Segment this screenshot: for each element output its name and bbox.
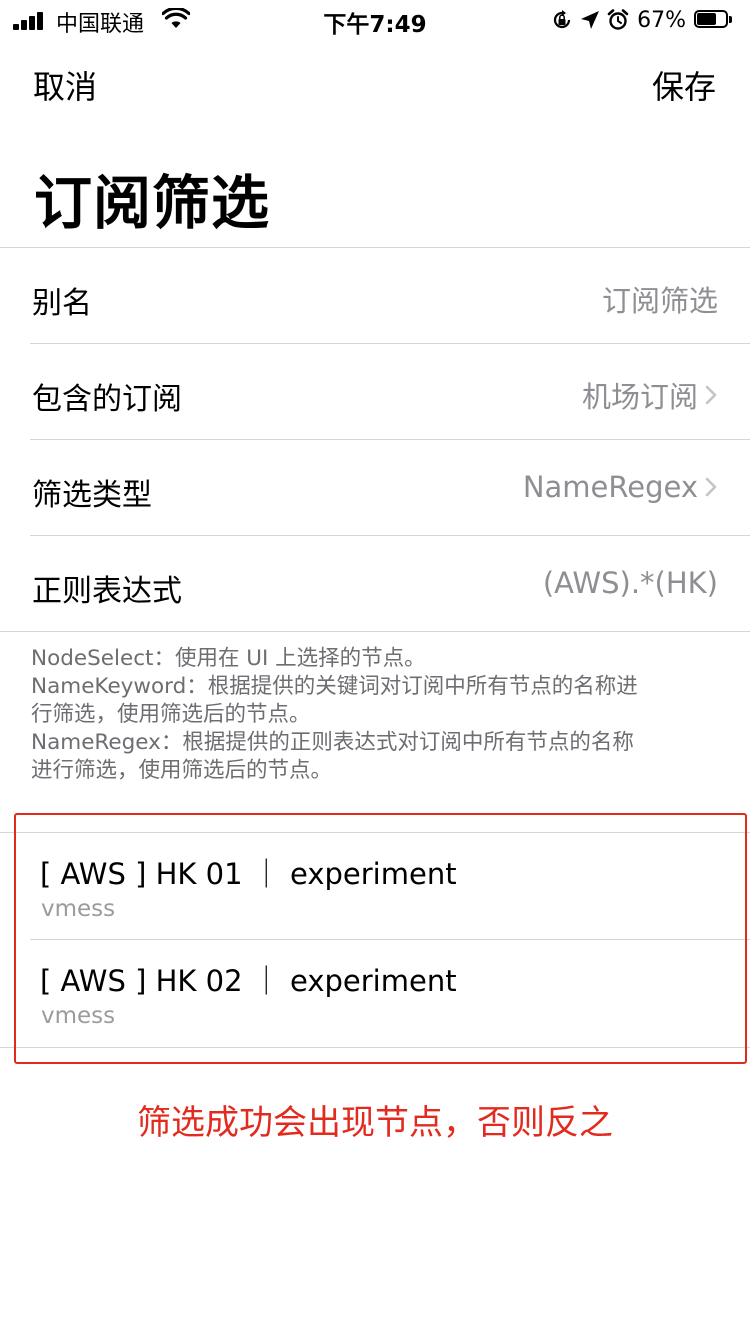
filter-type-value: NameRegex — [523, 470, 718, 504]
chevron-right-icon — [705, 385, 717, 405]
regex-value[interactable]: (AWS).*(HK) — [543, 566, 718, 600]
cancel-button[interactable]: 取消 — [33, 62, 97, 108]
page-title: 订阅筛选 — [34, 169, 271, 237]
help-line: NameRegex：根据提供的正则表达式对订阅中所有节点的名称 — [31, 730, 634, 755]
alias-value[interactable]: 订阅筛选 — [602, 278, 718, 320]
annotation-text: 筛选成功会出现节点，否则反之 — [137, 1103, 613, 1143]
included-subscription-label: 包含的订阅 — [32, 382, 182, 417]
regex-label: 正则表达式 — [32, 574, 182, 609]
filter-type-help: NodeSelect：使用在 UI 上选择的节点。 NameKeyword：根据… — [31, 645, 721, 785]
status-right-group: 67% — [551, 5, 734, 35]
form-row-regex[interactable]: 正则表达式 (AWS).*(HK) — [0, 536, 750, 631]
help-line: NameKeyword：根据提供的关键词对订阅中所有节点的名称进 — [31, 674, 638, 699]
orientation-lock-icon — [554, 10, 571, 29]
alarm-icon — [607, 9, 629, 30]
help-line: NodeSelect：使用在 UI 上选择的节点。 — [31, 646, 426, 671]
chevron-right-icon — [705, 477, 717, 497]
battery-level — [697, 13, 716, 25]
highlight-box — [14, 813, 747, 1064]
location-arrow-icon — [581, 11, 600, 29]
form-row-filter-type[interactable]: 筛选类型 NameRegex — [0, 440, 750, 535]
filter-type-label: 筛选类型 — [32, 478, 152, 513]
form-row-included-subscription[interactable]: 包含的订阅 机场订阅 — [0, 344, 750, 439]
help-line: 行筛选，使用筛选后的节点。 — [31, 702, 311, 727]
battery-icon — [694, 10, 734, 30]
save-button[interactable]: 保存 — [652, 62, 716, 108]
screen: 中国联通 下午7:49 67% 取消 保存 订阅筛选 别名 订阅筛选 包含的订阅… — [0, 0, 750, 1334]
battery-percent: 67% — [637, 7, 686, 33]
divider — [0, 631, 750, 632]
help-line: 进行筛选，使用筛选后的节点。 — [31, 758, 333, 783]
alias-label: 别名 — [32, 286, 92, 321]
status-bar: 中国联通 下午7:49 67% — [0, 0, 750, 40]
form-row-alias[interactable]: 别名 订阅筛选 — [0, 248, 750, 343]
included-subscription-value: 机场订阅 — [582, 374, 718, 416]
